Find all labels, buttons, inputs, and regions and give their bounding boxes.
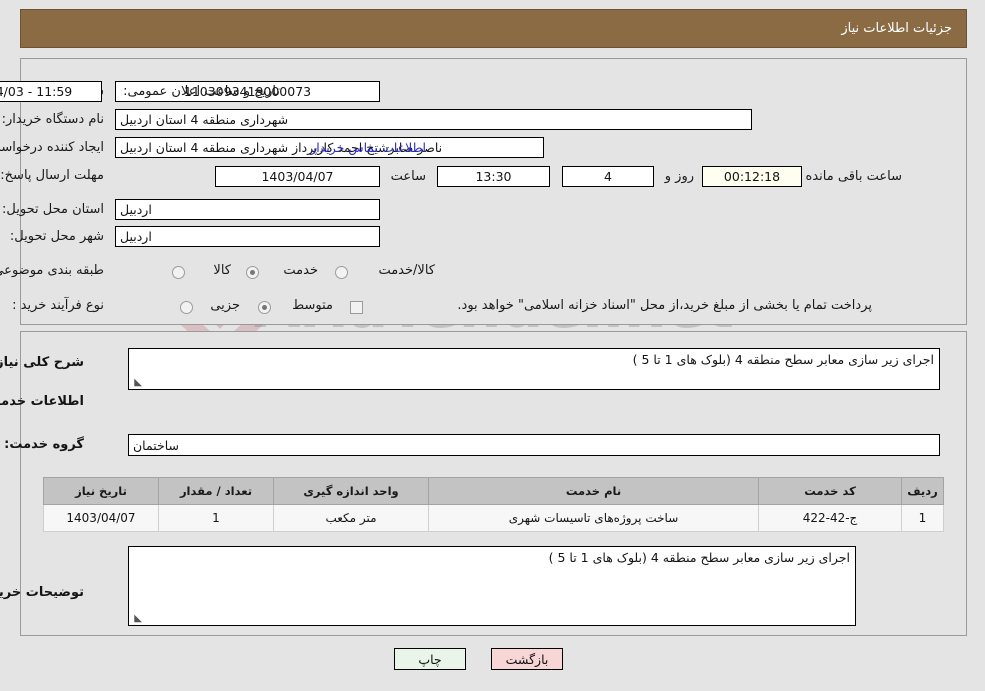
buyer-notes-textarea[interactable]: اجرای زیر سازی معابر سطح منطقه 4 (بلوک ه…	[129, 546, 857, 626]
resize-grip-icon[interactable]: ◣	[133, 378, 143, 388]
remaining-days-value: 4	[563, 166, 655, 187]
col-header-name: نام خدمت	[429, 477, 760, 505]
back-button[interactable]: بازگشت	[492, 648, 564, 670]
general-description-textarea[interactable]: اجرای زیر سازی معابر سطح منطقه 4 (بلوک ه…	[129, 348, 941, 390]
delivery-province-label: استان محل تحویل:	[3, 202, 105, 217]
announcement-datetime-label: تاریخ و ساعت اعلان عمومی:	[124, 84, 281, 99]
col-header-code: کد خدمت	[759, 477, 903, 505]
treasury-bonds-checkbox[interactable]	[351, 301, 364, 314]
page-title: جزئیات اطلاعات نیاز	[842, 21, 953, 36]
table-header-row: ردیف کد خدمت نام خدمت واحد اندازه گیری ت…	[44, 477, 945, 505]
resize-grip-icon-2[interactable]: ◣	[133, 614, 143, 624]
deadline-time-value: 13:30	[438, 166, 551, 187]
delivery-city-value: اردبیل	[116, 226, 381, 247]
buyer-org-value: شهرداری منطقه 4 استان اردبیل	[116, 109, 753, 130]
radio-category-kala-khedmat-label: کالا/خدمت	[379, 263, 436, 278]
services-table-wrapper: ردیف کد خدمت نام خدمت واحد اندازه گیری ت…	[44, 477, 945, 532]
radio-category-kala[interactable]	[173, 266, 186, 279]
cell-radif: 1	[902, 504, 945, 532]
radio-process-jozei-label: جزیی	[211, 298, 241, 313]
cell-date: 1403/04/07	[44, 504, 160, 532]
deadline-label: مهلت ارسال پاسخ: تا تاریخ:	[0, 168, 105, 183]
delivery-city-label: شهر محل تحویل:	[10, 229, 105, 244]
cell-code: ج-42-422	[759, 504, 903, 532]
general-description-label: شرح کلی نیاز:	[0, 355, 85, 370]
service-group-label: گروه خدمت:	[5, 437, 85, 452]
services-section-heading: اطلاعات خدمات مورد نیاز	[0, 394, 85, 409]
radio-category-kala-khedmat[interactable]	[336, 266, 349, 279]
col-header-radif: ردیف	[902, 477, 945, 505]
general-description-value: اجرای زیر سازی معابر سطح منطقه 4 (بلوک ه…	[633, 352, 935, 367]
radio-category-khedmat-label: خدمت	[284, 263, 319, 278]
col-header-date: تاریخ نیاز	[44, 477, 160, 505]
hours-remaining-label: ساعت باقی مانده	[806, 169, 903, 184]
treasury-bonds-label: پرداخت تمام یا بخشی از مبلغ خرید،از محل …	[458, 298, 873, 313]
radio-process-motevaset[interactable]	[259, 301, 272, 314]
cell-unit: متر مکعب	[274, 504, 430, 532]
deadline-hour-label: ساعت	[391, 169, 427, 184]
radio-process-jozei[interactable]	[181, 301, 194, 314]
announcement-datetime-value: 1403/04/03 - 11:59	[0, 81, 103, 102]
cell-name: ساخت پروژه‌های تاسیسات شهری	[429, 504, 760, 532]
buyer-notes-label: توضیحات خریدار:	[0, 585, 85, 600]
col-header-qty: تعداد / مقدار	[159, 477, 275, 505]
service-group-value: ساختمان	[129, 434, 941, 456]
table-row: 1 ج-42-422 ساخت پروژه‌های تاسیسات شهری م…	[44, 504, 945, 532]
col-header-unit: واحد اندازه گیری	[274, 477, 430, 505]
radio-category-khedmat[interactable]	[247, 266, 260, 279]
days-and-label: روز و	[665, 169, 695, 184]
cell-qty: 1	[159, 504, 275, 532]
services-table: ردیف کد خدمت نام خدمت واحد اندازه گیری ت…	[44, 477, 945, 532]
purchase-process-label: نوع فرآیند خرید :	[13, 298, 105, 313]
radio-category-kala-label: کالا	[214, 263, 232, 278]
delivery-province-value: اردبیل	[116, 199, 381, 220]
subject-category-label: طبقه بندی موضوعی:	[0, 263, 105, 278]
buyer-contact-link[interactable]: اطلاعات تماس خریدار	[311, 140, 427, 155]
print-button[interactable]: چاپ	[395, 648, 467, 670]
buyer-notes-value: اجرای زیر سازی معابر سطح منطقه 4 (بلوک ه…	[549, 550, 851, 565]
request-creator-label: ایجاد کننده درخواست:	[0, 140, 105, 155]
page-header-bar: جزئیات اطلاعات نیاز	[21, 9, 968, 48]
radio-process-motevaset-label: متوسط	[293, 298, 334, 313]
remaining-time-countdown: 00:12:18	[703, 166, 803, 187]
buyer-org-label: نام دستگاه خریدار:	[2, 112, 105, 127]
deadline-date-value: 1403/04/07	[216, 166, 381, 187]
